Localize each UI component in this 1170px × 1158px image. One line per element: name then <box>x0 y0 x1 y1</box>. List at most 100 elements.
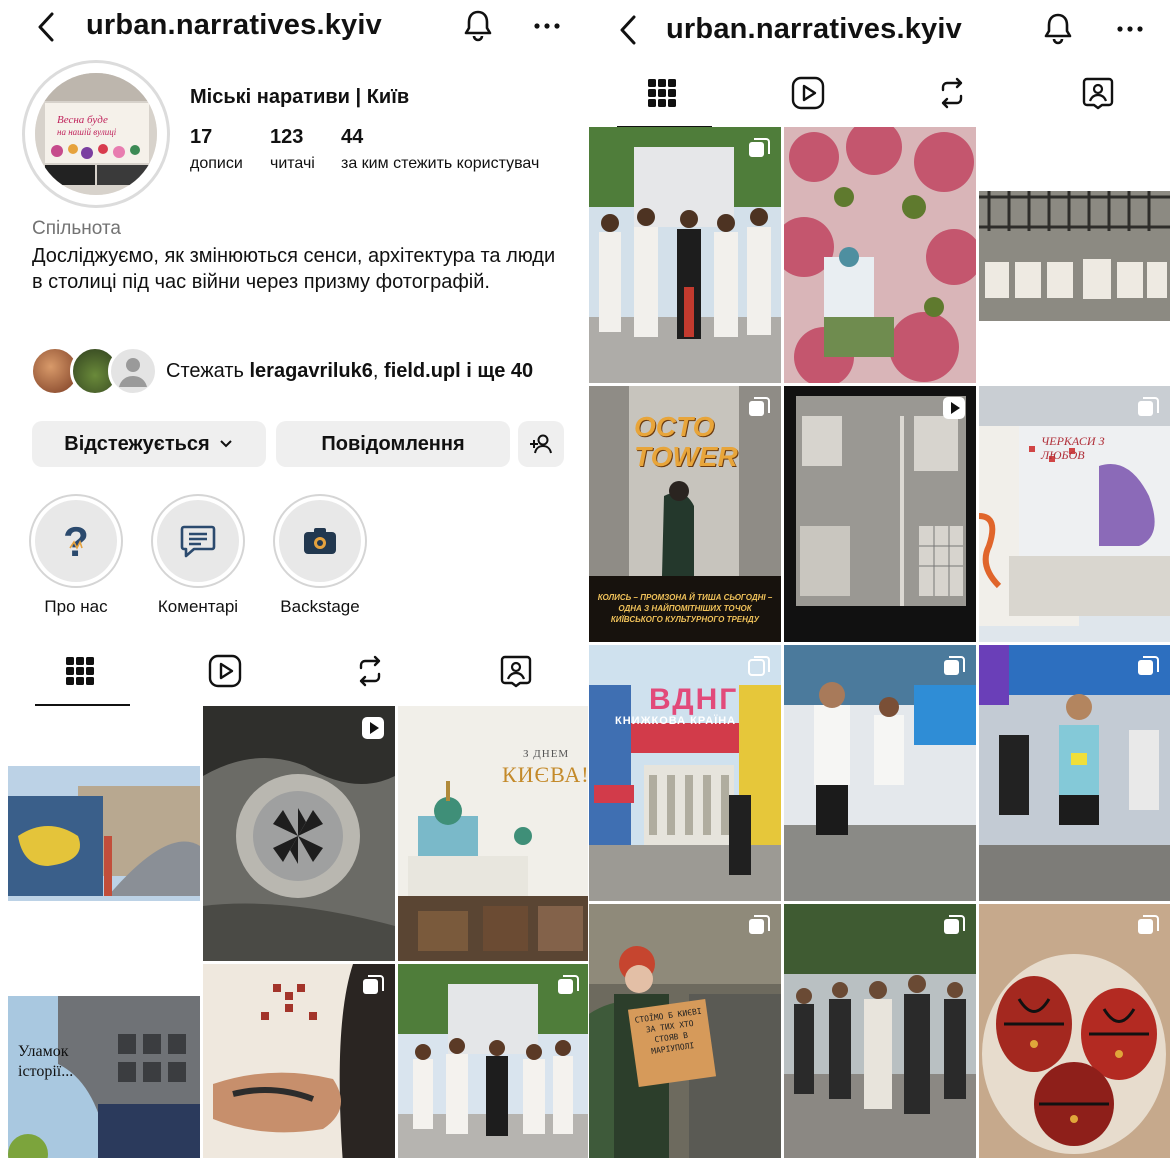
octo-title-line2: TOWER <box>634 441 738 472</box>
post-thumbnail[interactable] <box>589 127 781 383</box>
carousel-icon <box>1138 656 1159 675</box>
carousel-icon <box>558 975 579 994</box>
concrete-wall-photo <box>784 386 976 642</box>
posts-count-value: 17 <box>190 126 213 148</box>
profile-avatar[interactable]: Весна буде на нашій вулиці <box>22 60 170 208</box>
reel-badge-icon <box>943 397 965 419</box>
post-thumbnail[interactable] <box>784 127 976 383</box>
follower-username-2[interactable]: field.upl <box>384 360 461 382</box>
post-thumbnail[interactable]: СТОЇМО Б КИЄВІ ЗА ТИХ ХТО СТОЯВ В МАРІУП… <box>589 904 781 1158</box>
top-bar: urban.narratives.kyiv <box>588 0 1170 56</box>
posts-count[interactable]: 17 дописи <box>190 126 243 173</box>
highlight-label: Про нас <box>44 597 108 616</box>
highlight-comments[interactable]: Коментарі <box>150 494 246 616</box>
reels-icon <box>791 76 825 110</box>
followed-by-suffix: і ще 40 <box>466 360 534 382</box>
post-thumbnail[interactable] <box>979 645 1170 901</box>
octo-caption: КОЛИСЬ – ПРОМЗОНА Й ТИША СЬОГОДНІ – ОДНА… <box>597 593 773 624</box>
highlight-backstage[interactable]: Backstage <box>272 494 368 616</box>
post-thumbnail[interactable] <box>784 386 976 642</box>
more-options-icon[interactable] <box>530 10 564 40</box>
svg-text:?: ? <box>63 518 89 564</box>
post-thumbnail[interactable]: З ДНЕМ КИЄВА! <box>398 706 588 961</box>
followed-by-row[interactable]: Стежать leragavriluk6, field.upl і ще 40 <box>30 346 570 398</box>
display-name: Міські наративи | Київ <box>190 86 410 108</box>
follower-avatar-placeholder <box>108 346 158 396</box>
post-thumbnail[interactable]: ВДНГ КНИЖКОВА КРАЇНА <box>589 645 781 901</box>
mosaic-photo <box>203 706 395 961</box>
message-button[interactable]: Повідомлення <box>276 421 510 467</box>
vdng-logo: ВДНГ <box>649 683 739 716</box>
skatepark-photo <box>8 706 200 961</box>
reels-icon <box>208 654 242 688</box>
tab-tagged[interactable] <box>446 636 586 706</box>
add-person-icon <box>530 434 552 454</box>
highlight-about[interactable]: ? Про нас <box>28 494 124 616</box>
grid-icon <box>66 657 94 685</box>
women-walking-photo <box>589 127 781 383</box>
carousel-icon <box>749 397 770 416</box>
back-arrow-icon[interactable] <box>32 10 62 44</box>
carousel-icon <box>748 656 770 676</box>
highlight-label: Backstage <box>280 597 360 616</box>
tab-tagged[interactable] <box>1028 58 1168 128</box>
followed-by-prefix: Стежать <box>166 360 244 382</box>
tagged-icon <box>1082 77 1114 110</box>
church-photo <box>398 706 588 961</box>
notifications-bell-icon[interactable] <box>458 6 498 46</box>
post-thumbnail[interactable] <box>203 706 395 961</box>
grid-icon <box>648 79 676 107</box>
follower-username-1[interactable]: leragavriluk6 <box>249 360 372 382</box>
carousel-icon <box>944 656 965 675</box>
chevron-down-icon <box>220 440 232 448</box>
svg-text:Весна буде: Весна буде <box>57 114 108 126</box>
blossom-church-photo <box>784 127 976 383</box>
following-count[interactable]: 44 за ким стежить користувач <box>341 126 539 173</box>
post-thumbnail[interactable] <box>784 645 976 901</box>
followers-count[interactable]: 123 читачі <box>270 126 315 173</box>
greeting-line2: КИЄВА! <box>502 762 588 787</box>
more-options-icon[interactable] <box>1113 13 1147 43</box>
username-title: urban.narratives.kyiv <box>86 9 382 41</box>
post-thumbnail[interactable] <box>398 964 588 1158</box>
post-thumbnail[interactable] <box>979 904 1170 1158</box>
back-arrow-icon[interactable] <box>614 13 644 47</box>
post-thumbnail[interactable] <box>784 904 976 1158</box>
graffiti-art-photo <box>979 386 1170 642</box>
profile-bio: Досліджуємо, як змінюються сенси, архіте… <box>32 245 556 293</box>
profile-panel-right: urban.narratives.kyiv OCTO TOWER КОЛИСЬ … <box>588 0 1170 1158</box>
octo-title: OCTO TOWER <box>634 412 738 472</box>
carousel-icon <box>363 975 384 994</box>
carousel-icon <box>749 138 770 157</box>
post-thumbnail[interactable] <box>979 127 1170 383</box>
tab-grid[interactable] <box>592 58 732 128</box>
tab-grid[interactable] <box>10 636 150 706</box>
tab-reels[interactable] <box>738 58 878 128</box>
post-thumbnail[interactable]: OCTO TOWER КОЛИСЬ – ПРОМЗОНА Й ТИША СЬОГ… <box>589 386 781 642</box>
notifications-bell-icon[interactable] <box>1038 9 1078 49</box>
following-button[interactable]: Відстежується <box>32 421 266 467</box>
svg-text:на нашій вулиці: на нашій вулиці <box>57 127 117 137</box>
tab-reposts[interactable] <box>300 636 440 706</box>
tab-reposts[interactable] <box>882 58 1022 128</box>
carousel-icon <box>1138 397 1159 416</box>
reposts-icon <box>941 77 963 109</box>
post-thumbnail[interactable]: Уламок історії... <box>8 964 200 1158</box>
protest-sign-text: СТОЇМО Б КИЄВІ ЗА ТИХ ХТО СТОЯВ В МАРІУП… <box>634 1006 703 1056</box>
post-thumbnail[interactable] <box>203 964 395 1158</box>
tab-reels[interactable] <box>155 636 295 706</box>
post-caption: Уламок історії... <box>18 1042 73 1082</box>
comment-icon <box>180 525 216 558</box>
avatar-image: Весна буде на нашій вулиці <box>35 73 157 195</box>
suggest-people-button[interactable] <box>518 421 564 467</box>
post-caption-line1: Уламок <box>18 1043 69 1060</box>
book-fair-title: КНИЖКОВА КРАЇНА <box>615 715 737 727</box>
profile-category: Спільнота <box>32 218 121 239</box>
runners-photo <box>784 645 976 901</box>
tagged-icon <box>500 655 532 688</box>
easter-eggs-photo <box>979 904 1170 1158</box>
fence-papers-photo <box>979 127 1170 383</box>
post-thumbnail[interactable] <box>8 706 200 961</box>
post-thumbnail[interactable]: ЧЕРКАСИ З ЛЮБОВ <box>979 386 1170 642</box>
camera-icon <box>304 528 336 554</box>
